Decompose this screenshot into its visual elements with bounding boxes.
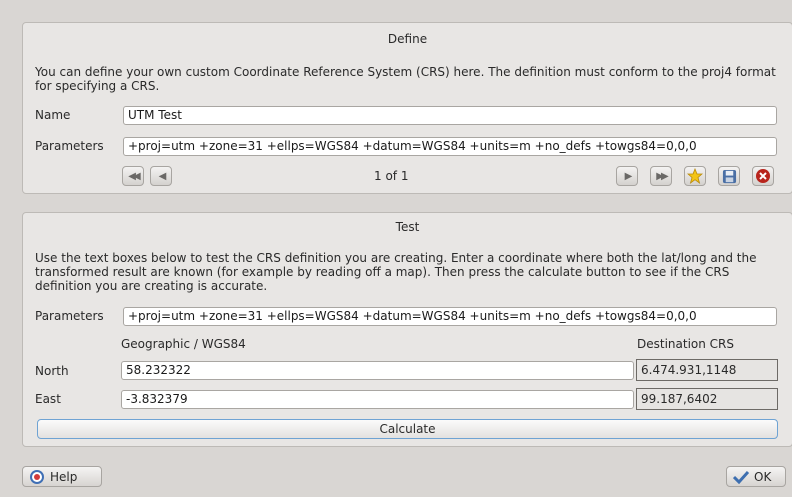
east-field[interactable]: -3.832379 [121,390,634,409]
define-description: You can define your own custom Coordinat… [35,65,776,93]
define-title: Define [387,32,428,46]
first-icon: ◀◀ [128,170,141,182]
north-label: North [35,364,69,378]
help-icon [30,469,44,484]
define-panel: Define You can define your own custom Co… [22,22,792,194]
north-field[interactable]: 58.232322 [121,361,634,380]
new-crs-button[interactable] [684,166,706,186]
test-title: Test [395,220,420,234]
east-result: 99.187,6402 [636,388,778,410]
first-record-button[interactable]: ◀◀ [122,166,144,186]
test-parameters-label: Parameters [35,309,104,323]
destination-header: Destination CRS [637,337,735,351]
name-field[interactable]: UTM Test [123,106,777,125]
next-record-button[interactable]: ▶ [616,166,638,186]
ok-label: OK [754,469,772,484]
name-label: Name [35,108,71,122]
last-icon: ▶▶ [656,170,669,182]
test-description: Use the text boxes below to test the CRS… [35,251,757,293]
define-parameters-label: Parameters [35,139,104,153]
test-panel: Test Use the text boxes below to test th… [22,212,792,447]
delete-crs-button[interactable] [752,166,774,186]
checkmark-icon [733,470,749,484]
define-parameters-field[interactable]: +proj=utm +zone=31 +ellps=WGS84 +datum=W… [123,137,777,156]
calculate-button[interactable]: Calculate [37,419,778,439]
last-record-button[interactable]: ▶▶ [650,166,672,186]
close-icon [756,169,770,183]
help-label: Help [50,469,78,484]
geographic-header: Geographic / WGS84 [121,337,246,351]
star-icon [687,168,703,184]
north-result: 6.474.931,1148 [636,359,778,381]
previous-icon: ◀ [158,170,167,182]
record-counter: 1 of 1 [374,169,409,183]
east-label: East [35,392,61,406]
save-crs-button[interactable] [718,166,740,186]
test-parameters-field[interactable]: +proj=utm +zone=31 +ellps=WGS84 +datum=W… [123,307,777,326]
previous-record-button[interactable]: ◀ [150,166,172,186]
help-button[interactable]: Help [22,466,102,487]
ok-button[interactable]: OK [726,466,786,487]
next-icon: ▶ [624,170,633,182]
save-icon [722,169,736,183]
